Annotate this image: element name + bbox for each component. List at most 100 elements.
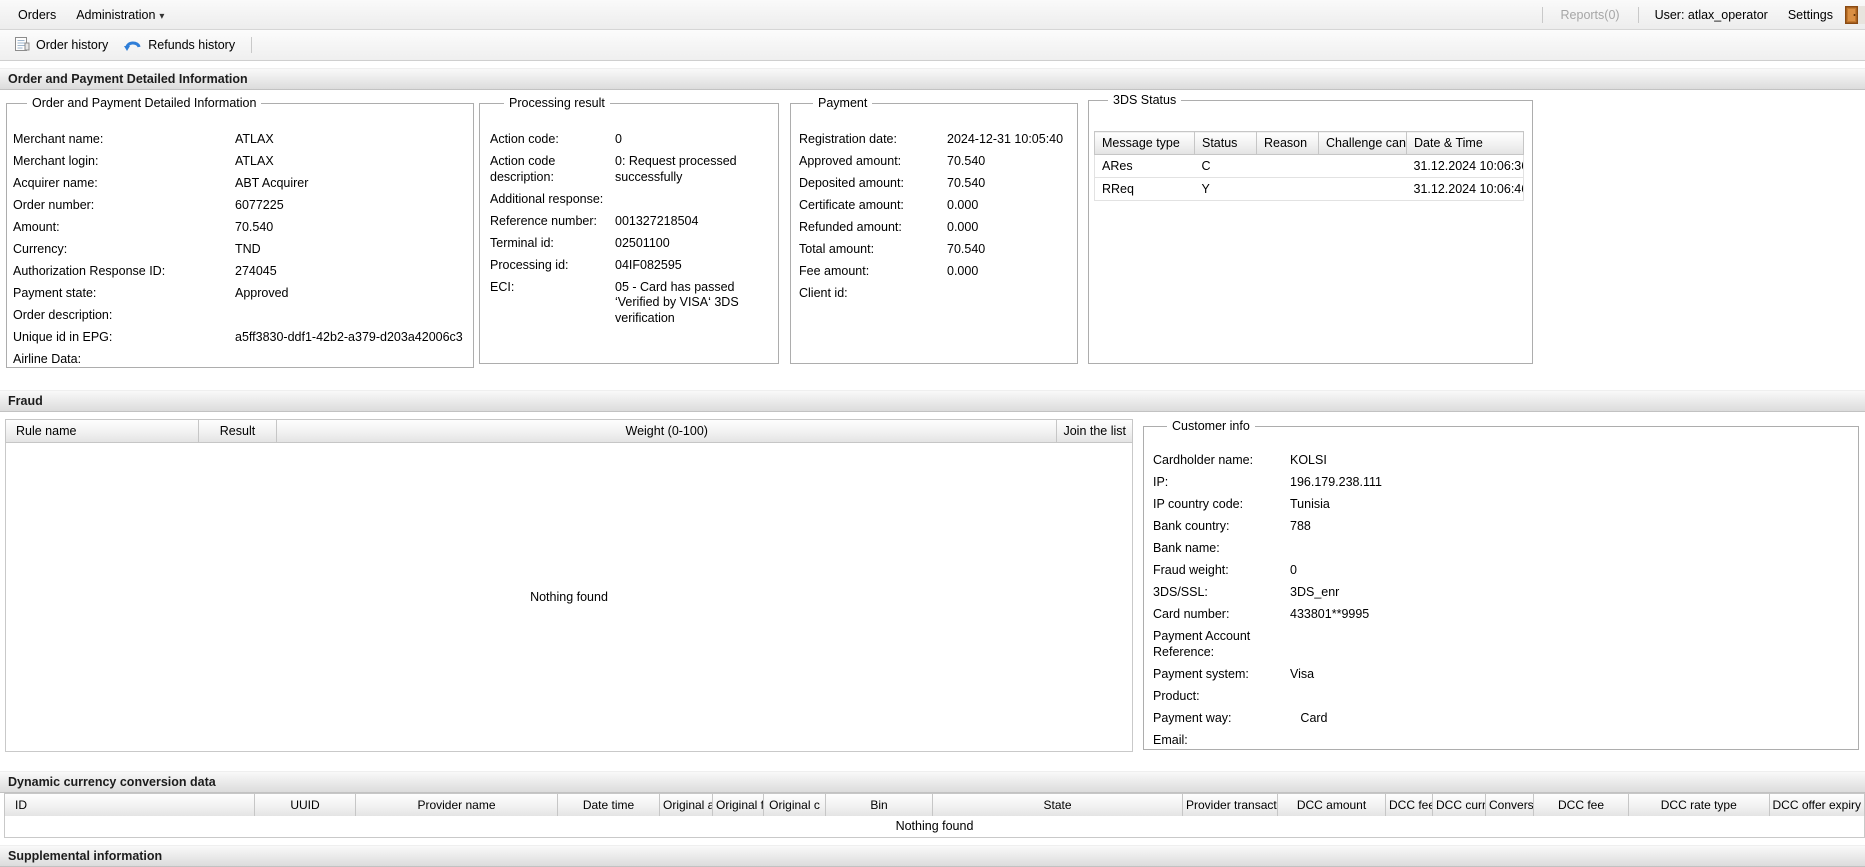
field-value: Visa	[1290, 667, 1848, 683]
toolbar-separator	[251, 37, 252, 53]
field-label: Payment Account Reference:	[1153, 629, 1290, 660]
field-value	[1290, 629, 1848, 660]
field-label: Payment system:	[1153, 667, 1290, 683]
fraud-column-header[interactable]: Weight (0-100)	[277, 420, 1057, 442]
field-row: 3DS/SSL: 3DS_enr	[1153, 585, 1848, 601]
dcc-column-header[interactable]: Provider transaction id	[1183, 794, 1278, 816]
field-row: Email:	[1153, 733, 1848, 749]
tds-column-header: Reason	[1257, 132, 1319, 155]
field-value: 6077225	[235, 198, 463, 214]
field-value: Approved	[235, 286, 463, 302]
fraud-table-header: Rule nameResultWeight (0-100)Join the li…	[5, 419, 1133, 443]
field-row: Action code description: 0: Request proc…	[490, 154, 768, 185]
logout-icon[interactable]	[1843, 4, 1865, 26]
menu-orders[interactable]: Orders	[8, 8, 66, 22]
field-row: Amount: 70.540	[13, 220, 463, 236]
dcc-table-header: IDUUIDProvider nameDate timeOriginal amo…	[4, 793, 1865, 817]
field-label: Airline Data:	[13, 352, 235, 368]
chevron-down-icon: ▾	[159, 11, 164, 22]
dcc-column-header[interactable]: ID	[5, 794, 255, 816]
fraud-section-title: Fraud	[0, 390, 1865, 412]
dcc-column-header[interactable]: Provider name	[356, 794, 558, 816]
field-value: ATLAX	[235, 154, 463, 170]
table-row[interactable]: ARes C 31.12.2024 10:06:36	[1095, 155, 1524, 178]
tds-cell	[1257, 178, 1319, 201]
field-value: 70.540	[235, 220, 463, 236]
field-row: Bank name:	[1153, 541, 1848, 557]
customer-rows: Cardholder name: KOLSI IP: 196.179.238.1…	[1153, 453, 1848, 748]
tds-cell	[1257, 155, 1319, 178]
dcc-column-header[interactable]: DCC offer expiry	[1770, 794, 1864, 816]
field-row: IP: 196.179.238.111	[1153, 475, 1848, 491]
dcc-column-header[interactable]: State	[933, 794, 1183, 816]
field-value	[235, 308, 463, 324]
dcc-column-header[interactable]: DCC rate type	[1629, 794, 1770, 816]
fraud-column-header[interactable]: Result	[199, 420, 277, 442]
table-row[interactable]: RReq Y 31.12.2024 10:06:46	[1095, 178, 1524, 201]
field-label: Bank name:	[1153, 541, 1290, 557]
order-history-button[interactable]: Order history	[6, 33, 116, 57]
field-label: Processing id:	[490, 258, 615, 274]
tds-cell: Y	[1195, 178, 1257, 201]
field-label: Client id:	[799, 286, 947, 302]
dcc-column-header[interactable]: Original amount	[660, 794, 713, 816]
menu-reports[interactable]: Reports(0)	[1555, 8, 1626, 22]
field-row: Payment Account Reference:	[1153, 629, 1848, 660]
dcc-column-header[interactable]: DCC fee amount	[1386, 794, 1433, 816]
fraud-column-header[interactable]: Join the list	[1057, 420, 1132, 442]
tds-status-table: Message typeStatusReasonChallenge cancel…	[1094, 131, 1524, 201]
field-row: Refunded amount: 0.000	[799, 220, 1067, 236]
page-title: Order and Payment Detailed Information	[0, 68, 1865, 90]
field-value: TND	[235, 242, 463, 258]
field-row: Deposited amount: 70.540	[799, 176, 1067, 192]
tds-column-header: Date & Time	[1407, 132, 1524, 155]
field-label: Refunded amount:	[799, 220, 947, 236]
fraud-column-header[interactable]: Rule name	[6, 420, 199, 442]
field-label: Reference number:	[490, 214, 615, 230]
field-value: 3DS_enr	[1290, 585, 1848, 601]
dcc-column-header[interactable]: Original f	[713, 794, 764, 816]
menu-administration[interactable]: Administration▾	[66, 8, 174, 22]
fraud-table-body: Nothing found	[5, 443, 1133, 752]
refunds-history-button[interactable]: Refunds history	[116, 33, 243, 57]
supplemental-section-title: Supplemental information	[0, 845, 1865, 867]
dcc-column-header[interactable]: Date time	[558, 794, 660, 816]
tds-cell: 31.12.2024 10:06:46	[1407, 178, 1524, 201]
field-row: Fraud weight: 0	[1153, 563, 1848, 579]
dcc-column-header[interactable]: Conversi	[1486, 794, 1534, 816]
tds-header-row: Message typeStatusReasonChallenge cancel…	[1095, 132, 1524, 155]
customer-info-panel: Customer info Cardholder name: KOLSI IP:…	[1143, 419, 1859, 750]
menu-settings[interactable]: Settings	[1778, 8, 1843, 22]
order-panel-rows: Merchant name: ATLAX Merchant login: ATL…	[13, 132, 463, 368]
field-label: Email:	[1153, 733, 1290, 749]
refunds-history-label: Refunds history	[148, 38, 235, 52]
tds-cell: ARes	[1095, 155, 1195, 178]
field-value: 788	[1290, 519, 1848, 535]
field-row: IP country code: Tunisia	[1153, 497, 1848, 513]
dcc-column-header[interactable]: Bin	[826, 794, 933, 816]
dcc-column-header[interactable]: Original c	[764, 794, 826, 816]
field-value: 274045	[235, 264, 463, 280]
field-row: Acquirer name: ABT Acquirer	[13, 176, 463, 192]
field-label: Product:	[1153, 689, 1290, 705]
field-label: Merchant login:	[13, 154, 235, 170]
order-panel: Order and Payment Detailed Information M…	[6, 96, 474, 368]
field-label: Currency:	[13, 242, 235, 258]
dcc-column-header[interactable]: DCC curr	[1433, 794, 1486, 816]
dcc-column-header[interactable]: UUID	[255, 794, 356, 816]
dcc-column-header[interactable]: DCC fee	[1534, 794, 1629, 816]
tds-column-header: Challenge cancel	[1319, 132, 1407, 155]
field-label: Certificate amount:	[799, 198, 947, 214]
payment-panel: Payment Registration date: 2024-12-31 10…	[790, 96, 1078, 364]
field-value: 0	[615, 132, 768, 148]
field-value: ATLAX	[235, 132, 463, 148]
menubar-right: Reports(0) User: atlax_operator Settings	[1530, 4, 1861, 26]
field-row: Additional response:	[490, 192, 768, 208]
order-history-icon	[14, 36, 30, 55]
field-value: 70.540	[947, 176, 1067, 192]
field-label: Fraud weight:	[1153, 563, 1290, 579]
field-row: Merchant name: ATLAX	[13, 132, 463, 148]
field-label: Cardholder name:	[1153, 453, 1290, 469]
dcc-column-header[interactable]: DCC amount	[1278, 794, 1386, 816]
dcc-empty-text: Nothing found	[896, 819, 974, 833]
